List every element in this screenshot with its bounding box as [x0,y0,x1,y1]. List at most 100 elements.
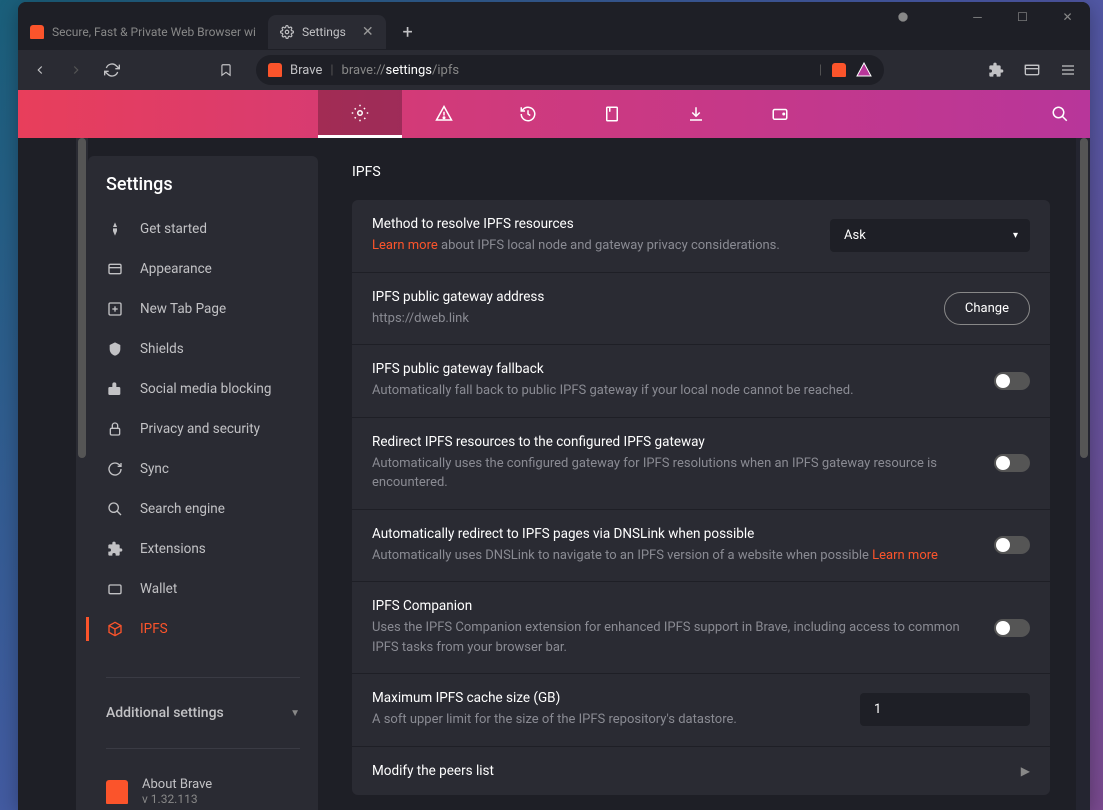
tab-label: Secure, Fast & Private Web Browser wi [52,25,256,39]
sidebar-item-ipfs[interactable]: IPFS [88,609,318,649]
bookmark-button[interactable] [212,56,240,84]
sidebar-item-shields[interactable]: Shields [88,329,318,369]
strip-tab-shields[interactable] [402,90,486,138]
rocket-icon [106,220,124,238]
addr-label: Brave [290,63,322,78]
setting-desc: https://dweb.link [372,309,928,329]
back-button[interactable] [26,56,54,84]
download-icon [687,105,705,123]
tab-label: Settings [302,25,346,39]
reload-button[interactable] [98,56,126,84]
sidebar-item-appearance[interactable]: Appearance [88,249,318,289]
setting-title: Automatically redirect to IPFS pages via… [372,526,978,542]
divider [106,677,300,678]
redirect-toggle[interactable] [994,454,1030,472]
setting-title: Maximum IPFS cache size (GB) [372,690,844,706]
setting-desc: Automatically uses the configured gatewa… [372,454,978,493]
sidebar-label: Search engine [140,501,225,517]
sidebar: Settings Get started Appearance New Tab … [18,138,318,810]
sidebar-item-privacy[interactable]: Privacy and security [88,409,318,449]
sidebar-scrollbar[interactable] [76,138,88,810]
header-strip [18,90,1090,138]
setting-title: IPFS public gateway address [372,289,928,305]
cube-icon [106,620,124,638]
alert-icon [435,105,453,123]
titlebar: Secure, Fast & Private Web Browser wi Se… [18,2,1090,50]
forward-button[interactable] [62,56,90,84]
setting-title: Modify the peers list [372,763,1005,779]
thumb-down-icon [106,380,124,398]
method-dropdown[interactable]: Ask [830,219,1030,252]
wallet-button[interactable] [1018,56,1046,84]
brave-lion-icon [268,63,282,77]
about-version: v 1.32.113 [142,792,212,806]
tab-inactive[interactable]: Secure, Fast & Private Web Browser wi [18,15,268,49]
chevron-down-icon: ▼ [290,708,300,719]
close-button[interactable]: ✕ [1045,2,1090,32]
main-content: IPFS Method to resolve IPFS resources Le… [318,138,1090,810]
additional-settings[interactable]: Additional settings ▼ [88,694,318,732]
sidebar-item-wallet[interactable]: Wallet [88,569,318,609]
sidebar-item-get-started[interactable]: Get started [88,209,318,249]
sidebar-item-sync[interactable]: Sync [88,449,318,489]
puzzle-icon [106,540,124,558]
setting-gateway: IPFS public gateway address https://dweb… [352,273,1050,346]
strip-tab-downloads[interactable] [654,90,738,138]
search-icon [1051,105,1069,123]
sidebar-label: Sync [140,461,169,477]
main-scrollbar[interactable] [1076,138,1090,810]
new-tab-button[interactable]: + [394,18,422,46]
sidebar-label: Get started [140,221,207,237]
appearance-icon [106,260,124,278]
strip-search[interactable] [1030,105,1090,123]
menu-button[interactable] [1054,56,1082,84]
toolbar: Brave | brave://settings/ipfs | [18,50,1090,90]
setting-desc: Automatically fall back to public IPFS g… [372,381,978,401]
close-icon[interactable]: ✕ [362,24,374,40]
divider: | [819,63,822,78]
companion-toggle[interactable] [994,619,1030,637]
about-title: About Brave [142,777,212,792]
fallback-toggle[interactable] [994,372,1030,390]
setting-cache: Maximum IPFS cache size (GB) A soft uppe… [352,674,1050,747]
learn-more-link[interactable]: Learn more [872,548,938,563]
sidebar-item-search[interactable]: Search engine [88,489,318,529]
extensions-button[interactable] [982,56,1010,84]
sidebar-label: Social media blocking [140,381,271,397]
sidebar-label: New Tab Page [140,301,226,317]
addr-url: brave://settings/ipfs [342,63,460,78]
gear-icon [351,104,369,122]
setting-peers[interactable]: Modify the peers list ▶ [352,747,1050,795]
shield-toggle-icon[interactable] [880,2,925,32]
tab-active[interactable]: Settings ✕ [268,15,386,49]
maximize-button[interactable]: ☐ [1000,2,1045,32]
shield-icon [896,10,910,24]
setting-fallback: IPFS public gateway fallback Automatical… [352,345,1050,418]
strip-tab-settings[interactable] [318,90,402,138]
brave-shield-icon[interactable] [832,63,846,77]
sidebar-item-extensions[interactable]: Extensions [88,529,318,569]
chevron-right-icon [69,63,83,77]
cache-input[interactable] [860,693,1030,726]
wallet-icon [771,105,789,123]
sidebar-item-new-tab[interactable]: New Tab Page [88,289,318,329]
sidebar-title: Settings [88,174,318,209]
sidebar-label: Privacy and security [140,421,260,437]
additional-label: Additional settings [106,705,224,721]
plus-square-icon [106,300,124,318]
setting-title: Method to resolve IPFS resources [372,216,814,232]
sidebar-item-social[interactable]: Social media blocking [88,369,318,409]
setting-dnslink: Automatically redirect to IPFS pages via… [352,510,1050,583]
strip-tab-bookmarks[interactable] [570,90,654,138]
bat-icon[interactable] [856,62,872,78]
setting-title: IPFS public gateway fallback [372,361,978,377]
learn-more-link[interactable]: Learn more [372,238,438,253]
wallet-icon [106,580,124,598]
dnslink-toggle[interactable] [994,536,1030,554]
about-brave[interactable]: About Brave v 1.32.113 [88,765,318,806]
address-bar[interactable]: Brave | brave://settings/ipfs | [256,55,884,85]
change-button[interactable]: Change [944,292,1030,325]
strip-tab-history[interactable] [486,90,570,138]
strip-tab-wallet[interactable] [738,90,822,138]
minimize-button[interactable]: ─ [955,2,1000,32]
